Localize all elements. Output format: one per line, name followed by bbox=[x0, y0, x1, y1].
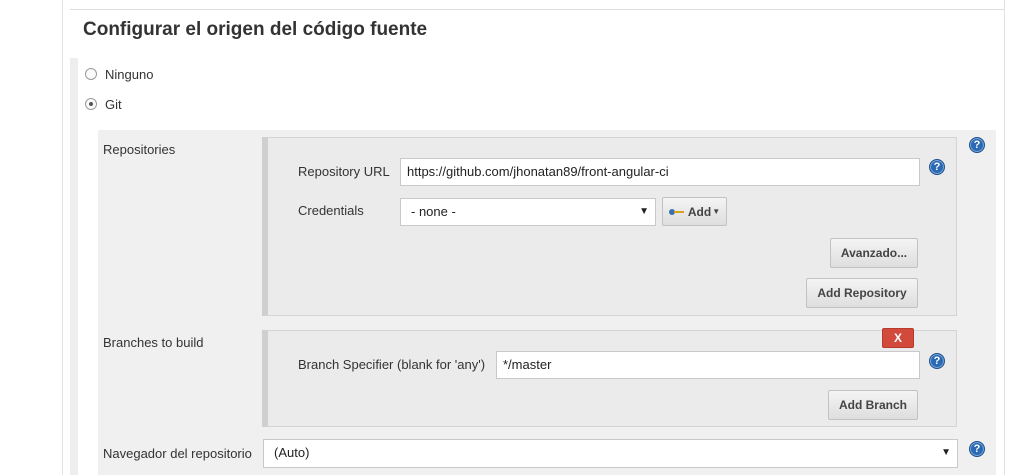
dropdown-arrow-icon: ▼ bbox=[639, 206, 649, 217]
repository-browser-value: (Auto) bbox=[274, 445, 310, 460]
section-title: Configurar el origen del código fuente bbox=[83, 19, 428, 40]
repository-url-help-icon[interactable]: ? bbox=[929, 159, 945, 175]
add-repository-button[interactable]: Add Repository bbox=[806, 278, 918, 308]
branches-label: Branches to build bbox=[103, 335, 204, 350]
scm-option-git[interactable]: Git bbox=[85, 95, 122, 113]
advanced-button[interactable]: Avanzado... bbox=[830, 238, 918, 268]
radio-none-label: Ninguno bbox=[105, 66, 154, 82]
radio-none[interactable] bbox=[85, 68, 97, 80]
add-branch-button[interactable]: Add Branch bbox=[828, 390, 918, 420]
dropdown-arrow-icon: ▼ bbox=[712, 207, 721, 216]
divider bbox=[70, 9, 1004, 10]
branch-specifier-input[interactable]: */master bbox=[496, 351, 920, 379]
repositories-label: Repositories bbox=[103, 142, 176, 157]
add-credentials-button[interactable]: Add ▼ bbox=[662, 197, 727, 226]
delete-branch-button[interactable]: X bbox=[882, 328, 914, 348]
key-icon bbox=[668, 208, 685, 216]
repositories-help-icon[interactable]: ? bbox=[969, 137, 985, 153]
repository-url-input[interactable]: https://github.com/jhonatan89/front-angu… bbox=[400, 158, 920, 186]
add-credentials-label: Add bbox=[687, 204, 712, 219]
credentials-select-value: - none - bbox=[411, 204, 456, 219]
branch-specifier-help-icon[interactable]: ? bbox=[929, 353, 945, 369]
radio-git[interactable] bbox=[85, 98, 97, 110]
repository-browser-help-icon[interactable]: ? bbox=[969, 441, 985, 457]
repository-browser-label: Navegador del repositorio bbox=[103, 446, 252, 461]
repository-url-label: Repository URL bbox=[298, 164, 390, 179]
credentials-label: Credentials bbox=[298, 203, 364, 218]
section-indent-band bbox=[70, 58, 78, 475]
radio-git-label: Git bbox=[105, 96, 122, 112]
credentials-select[interactable]: - none - ▼ bbox=[400, 198, 656, 226]
branch-specifier-label: Branch Specifier (blank for 'any') bbox=[298, 357, 486, 372]
dropdown-arrow-icon: ▼ bbox=[941, 447, 951, 458]
repository-browser-select[interactable]: (Auto) ▼ bbox=[263, 439, 958, 468]
scm-option-none[interactable]: Ninguno bbox=[85, 65, 153, 83]
